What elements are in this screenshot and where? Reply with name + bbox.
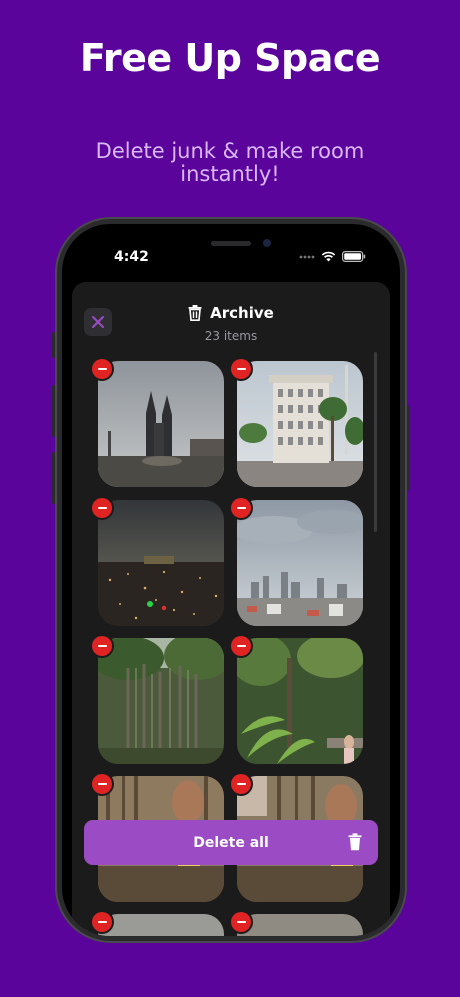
battery-icon [342, 251, 366, 262]
photo-thumbnail-9[interactable] [98, 914, 224, 936]
promo-headline: Free Up Space [79, 36, 381, 80]
phone-screen: 4:42 Archive 23 items Delete all [62, 224, 400, 936]
photo-image [98, 361, 224, 487]
photo-thumbnail-10[interactable] [237, 914, 363, 936]
remove-badge-2[interactable] [231, 359, 251, 379]
photo-image [237, 638, 363, 764]
remove-badge-10[interactable] [231, 912, 251, 932]
signal-dots-icon [299, 255, 315, 258]
photo-image [237, 500, 363, 626]
delete-all-button[interactable]: Delete all [84, 820, 378, 865]
item-count: 23 items [204, 329, 258, 343]
delete-all-label: Delete all [193, 834, 269, 851]
status-time: 4:42 [114, 249, 149, 265]
photo-thumbnail-5[interactable] [98, 638, 224, 764]
photo-thumbnail-4[interactable] [237, 500, 363, 626]
sheet-title: Archive [210, 304, 274, 322]
photo-image [237, 361, 363, 487]
photo-thumbnail-3[interactable] [98, 500, 224, 626]
trash-icon [188, 305, 202, 321]
remove-badge-5[interactable] [92, 636, 112, 656]
photo-image [98, 500, 224, 626]
photo-thumbnail-6[interactable] [237, 638, 363, 764]
front-camera [263, 239, 271, 247]
remove-badge-6[interactable] [231, 636, 251, 656]
photo-thumbnail-2[interactable] [237, 361, 363, 487]
photo-thumbnail-1[interactable] [98, 361, 224, 487]
remove-badge-9[interactable] [92, 912, 112, 932]
remove-badge-7[interactable] [92, 774, 112, 794]
wifi-icon [321, 251, 336, 262]
remove-badge-3[interactable] [92, 498, 112, 518]
promo-subline: Delete junk & make room instantly! [95, 139, 365, 186]
remove-badge-1[interactable] [92, 359, 112, 379]
speaker-grille [211, 241, 251, 246]
remove-badge-8[interactable] [231, 774, 251, 794]
remove-badge-4[interactable] [231, 498, 251, 518]
photo-image [98, 638, 224, 764]
status-icons [299, 251, 366, 262]
scrollbar[interactable] [374, 352, 377, 532]
sheet-header: Archive 23 items [72, 304, 390, 343]
trash-icon [348, 833, 362, 851]
